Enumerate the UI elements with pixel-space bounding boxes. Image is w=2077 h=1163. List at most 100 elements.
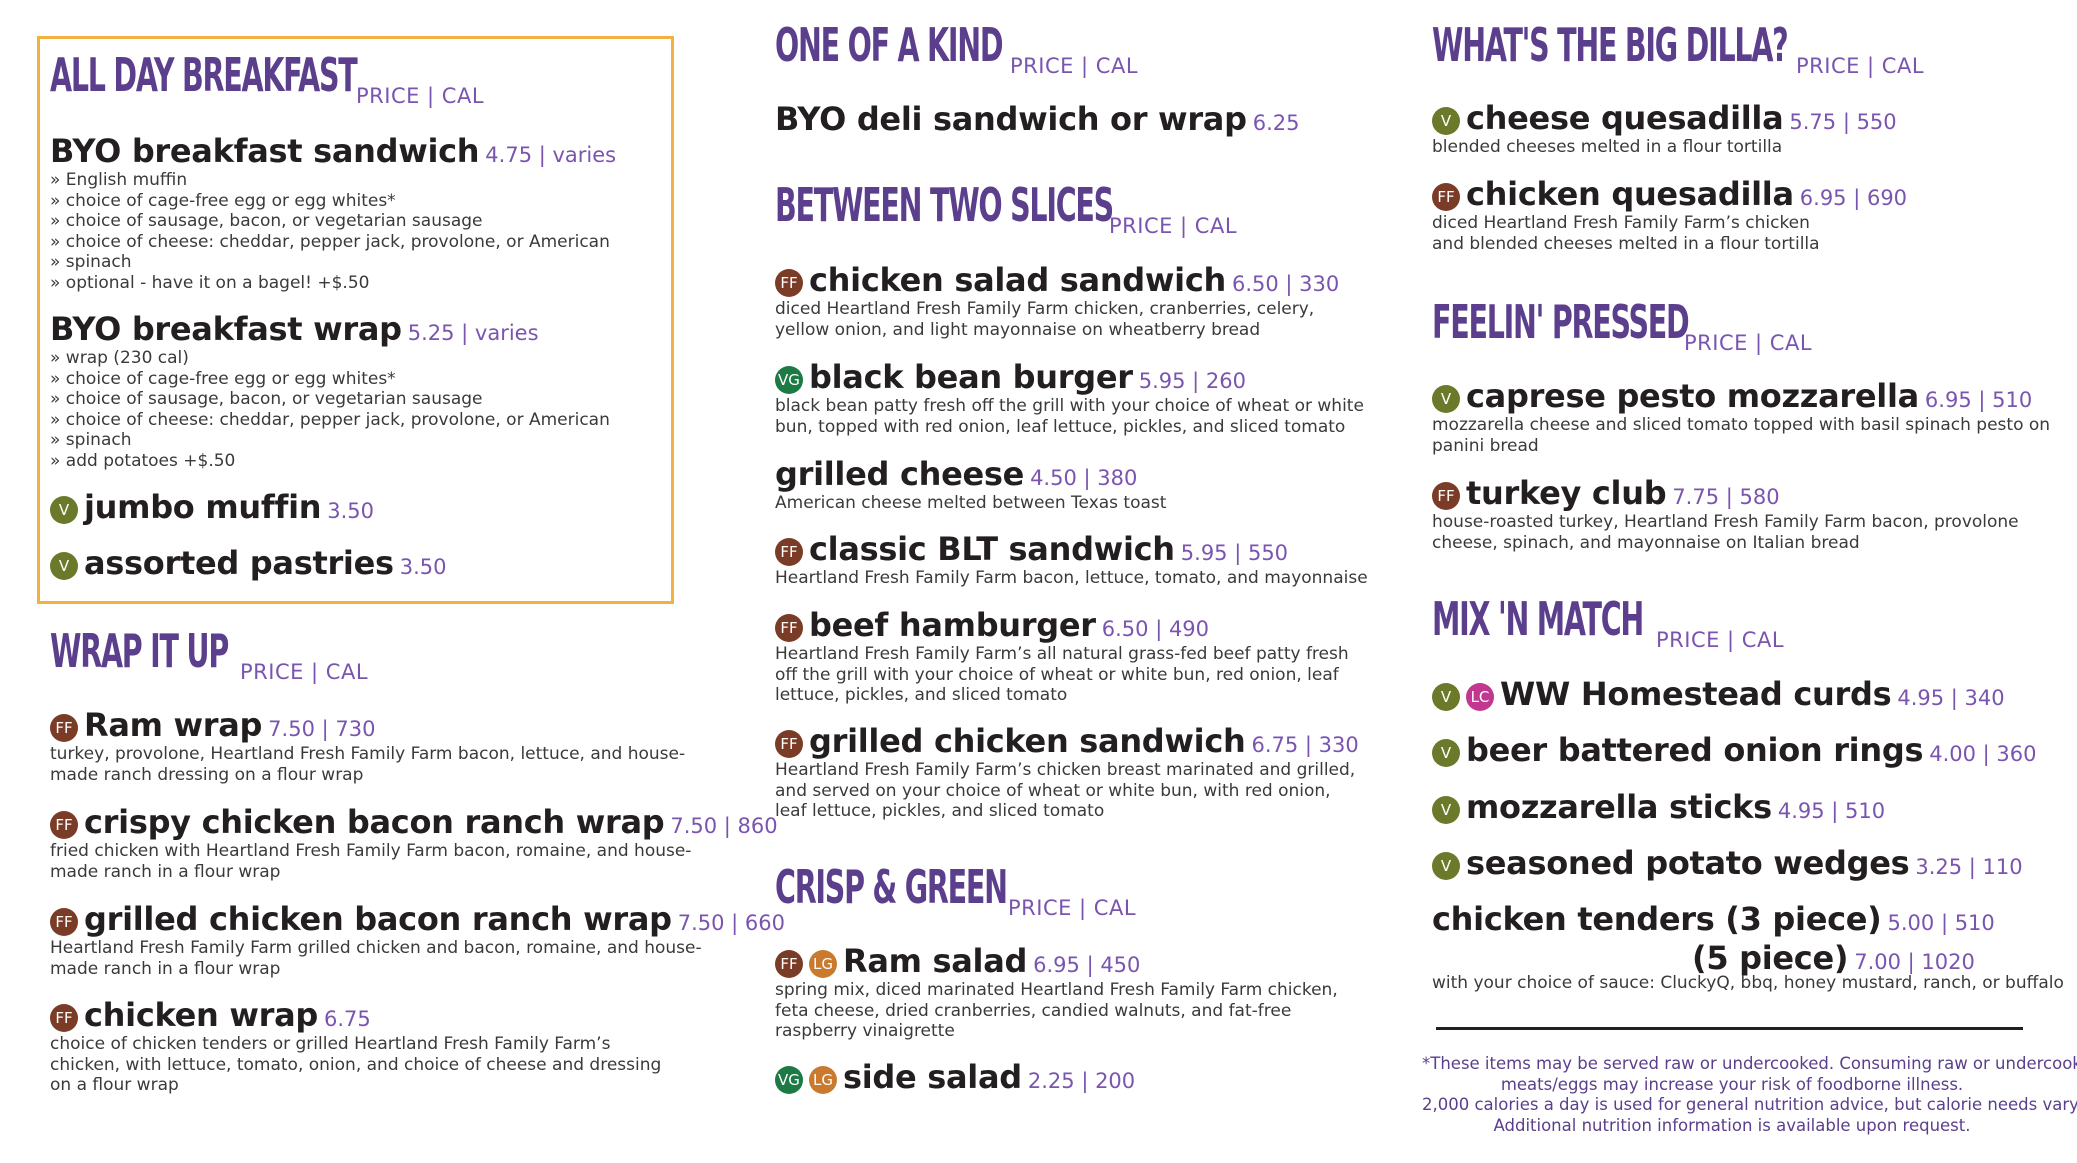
item-price-cal: 5.95 | 550 [1180, 541, 1289, 565]
vegetarian-badge-icon: V [1432, 796, 1460, 824]
section-title: WHAT'S THE BIG DILLA? [1432, 18, 1789, 72]
farm-fresh-badge-icon: FF [775, 538, 803, 566]
item-description: » wrap (230 cal)» choice of cage-free eg… [50, 348, 610, 471]
vegan-badge-icon: VG [775, 366, 803, 394]
item-description: fried chicken with Heartland Fresh Famil… [50, 841, 692, 882]
price-cal-label: PRICE | CAL [1656, 628, 1785, 652]
item-name: Ram wrap [84, 706, 263, 744]
item-price-cal: 6.75 [323, 1007, 371, 1031]
item-price-cal: 6.95 | 690 [1799, 186, 1908, 210]
item-price-cal: 7.75 | 580 [1672, 485, 1780, 509]
item-price-cal: 4.95 | 340 [1897, 686, 2005, 710]
menu-item-beef-hamburger: FF beef hamburger 6.50 | 490 Heartland Fre… [775, 606, 1349, 706]
item-name: WW Homestead curds [1500, 675, 1892, 713]
item-name: chicken salad sandwich [809, 261, 1226, 299]
menu-item-chicken-wrap: FF chicken wrap 6.75 choice of chicken ten… [50, 996, 661, 1096]
item-name: mozzarella sticks [1466, 788, 1772, 826]
menu-item-ram-wrap: FF Ram wrap 7.50 | 730 turkey, provolone, … [50, 706, 685, 785]
item-description: Heartland Fresh Family Farm’s chicken br… [775, 760, 1356, 821]
farm-fresh-badge-icon: FF [775, 269, 803, 297]
section-title: MIX 'N MATCH [1432, 592, 1644, 646]
section-feelin-pressed: FEELIN' PRESSED PRICE | CAL [1432, 299, 1846, 359]
item-name: side salad [843, 1058, 1022, 1096]
item-price-cal: 5.00 | 510 [1887, 911, 1995, 935]
item-price-cal: 7.50 | 730 [268, 717, 376, 741]
price-cal-label: PRICE | CAL [1008, 896, 1137, 920]
section-title: ALL DAY BREAKFAST [50, 48, 358, 102]
vegan-badge-icon: VG [775, 1066, 803, 1094]
menu-item-classic-blt-sandwich: FF classic BLT sandwich 5.95 | 550 Heartla… [775, 530, 1368, 589]
section-title: FEELIN' PRESSED [1432, 295, 1690, 349]
item-description: Heartland Fresh Family Farm grilled chic… [50, 938, 702, 979]
farm-fresh-badge-icon: FF [50, 811, 78, 839]
item-name: grilled chicken bacon ranch wrap [84, 900, 672, 938]
item-price-cal: 7.00 | 1020 [1854, 950, 1975, 974]
item-name: (5 piece) [1692, 939, 1849, 977]
menu-item-crispy-chicken-bacon-ranch-wrap: FF crispy chicken bacon ranch wrap 7.50 | … [50, 803, 778, 882]
vegetarian-badge-icon: V [1432, 683, 1460, 711]
item-description: with your choice of sauce: CluckyQ, bbq,… [1432, 973, 2064, 993]
item-price-cal: 6.50 | 330 [1232, 272, 1340, 296]
price-cal-label: PRICE | CAL [1109, 214, 1238, 238]
item-description: choice of chicken tenders or grilled Hea… [50, 1034, 662, 1095]
item-description: » English muffin» choice of cage-free eg… [50, 170, 610, 293]
item-name: grilled chicken sandwich [809, 722, 1246, 760]
item-description: diced Heartland Fresh Family Farm’s chic… [1432, 213, 1820, 254]
item-description: Heartland Fresh Family Farm bacon, lettu… [775, 568, 1368, 588]
item-price-cal: 6.25 [1252, 111, 1300, 135]
item-name: classic BLT sandwich [809, 530, 1175, 568]
item-name: Ram salad [843, 942, 1028, 980]
section-title: ONE OF A KIND [775, 18, 1004, 72]
farm-fresh-badge-icon: FF [1432, 183, 1460, 211]
menu-item-ww-homestead-curds: V LC WW Homestead curds 4.95 | 340 [1432, 675, 2005, 713]
item-name: black bean burger [809, 358, 1133, 396]
item-price-cal: 5.95 | 260 [1138, 369, 1247, 393]
item-description: Heartland Fresh Family Farm’s all natura… [775, 644, 1349, 705]
menu-item-chicken-quesadilla: FF chicken quesadilla 6.95 | 690 diced Hea… [1432, 175, 1907, 254]
item-name: BYO breakfast wrap [50, 310, 402, 348]
item-description: spring mix, diced marinated Heartland Fr… [775, 980, 1338, 1041]
menu-item-mozzarella-sticks: Vmozzarella sticks 4.95 | 510 [1432, 788, 1885, 826]
menu-item-chicken-tenders-3: chicken tenders (3 piece) 5.00 | 510 [1432, 900, 1995, 938]
section-title: BETWEEN TWO SLICES [775, 178, 1114, 232]
item-price-cal: 2.25 | 200 [1027, 1069, 1136, 1093]
section-title: WRAP IT UP [50, 624, 229, 678]
item-name: chicken tenders (3 piece) [1432, 900, 1882, 938]
item-price-cal: 6.95 | 510 [1924, 388, 2033, 412]
item-price-cal: 4.00 | 360 [1929, 742, 2037, 766]
item-description: mozzarella cheese and sliced tomato topp… [1432, 415, 2051, 456]
item-price-cal: 7.50 | 860 [670, 814, 778, 838]
item-name: beer battered onion rings [1466, 731, 1924, 769]
local-grown-badge-icon: LG [809, 1066, 837, 1094]
price-cal-label: PRICE | CAL [1684, 331, 1813, 355]
vegetarian-badge-icon: V [1432, 852, 1460, 880]
vegetarian-badge-icon: V [1432, 107, 1460, 135]
menu-item-grilled-chicken-sandwich: FF grilled chicken sandwich 6.75 | 330 Hea… [775, 722, 1359, 822]
section-wrap-it-up: WRAP IT UP PRICE | CAL [50, 624, 368, 688]
menu-item-assorted-pastries: Vassorted pastries 3.50 [50, 544, 447, 582]
item-price-cal: 4.50 | 380 [1030, 466, 1138, 490]
item-name: chicken quesadilla [1466, 175, 1794, 213]
local-cheese-badge-icon: LC [1466, 683, 1494, 711]
farm-fresh-badge-icon: FF [50, 908, 78, 936]
menu-item-side-salad: VG LG side salad 2.25 | 200 [775, 1058, 1135, 1096]
menu-item-grilled-cheese: grilled cheese 4.50 | 380 American cheese… [775, 455, 1166, 514]
item-name: assorted pastries [84, 544, 394, 582]
section-between-two-slices: BETWEEN TWO SLICES PRICE | CAL [775, 182, 1320, 242]
section-title: CRISP & GREEN [775, 860, 1008, 914]
vegetarian-badge-icon: V [1432, 739, 1460, 767]
divider [1436, 1027, 2023, 1030]
item-name: BYO breakfast sandwich [50, 132, 480, 170]
item-price-cal: 4.75 | varies [485, 143, 617, 167]
item-name: caprese pesto mozzarella [1466, 377, 1919, 415]
menu-item-beer-battered-onion-rings: Vbeer battered onion rings 4.00 | 360 [1432, 731, 2036, 769]
farm-fresh-badge-icon: FF [775, 614, 803, 642]
item-name: beef hamburger [809, 606, 1096, 644]
section-whats-the-big-dilla: WHAT'S THE BIG DILLA? PRICE | CAL [1432, 22, 2005, 82]
item-description: black bean patty fresh off the grill wit… [775, 396, 1364, 437]
item-name: jumbo muffin [84, 488, 322, 526]
menu-item-byo-deli-sandwich: BYO deli sandwich or wrap 6.25 [775, 100, 1299, 138]
item-price-cal: 4.95 | 510 [1777, 799, 1886, 823]
item-price-cal: 6.75 | 330 [1251, 733, 1359, 757]
item-name: BYO deli sandwich or wrap [775, 100, 1247, 138]
